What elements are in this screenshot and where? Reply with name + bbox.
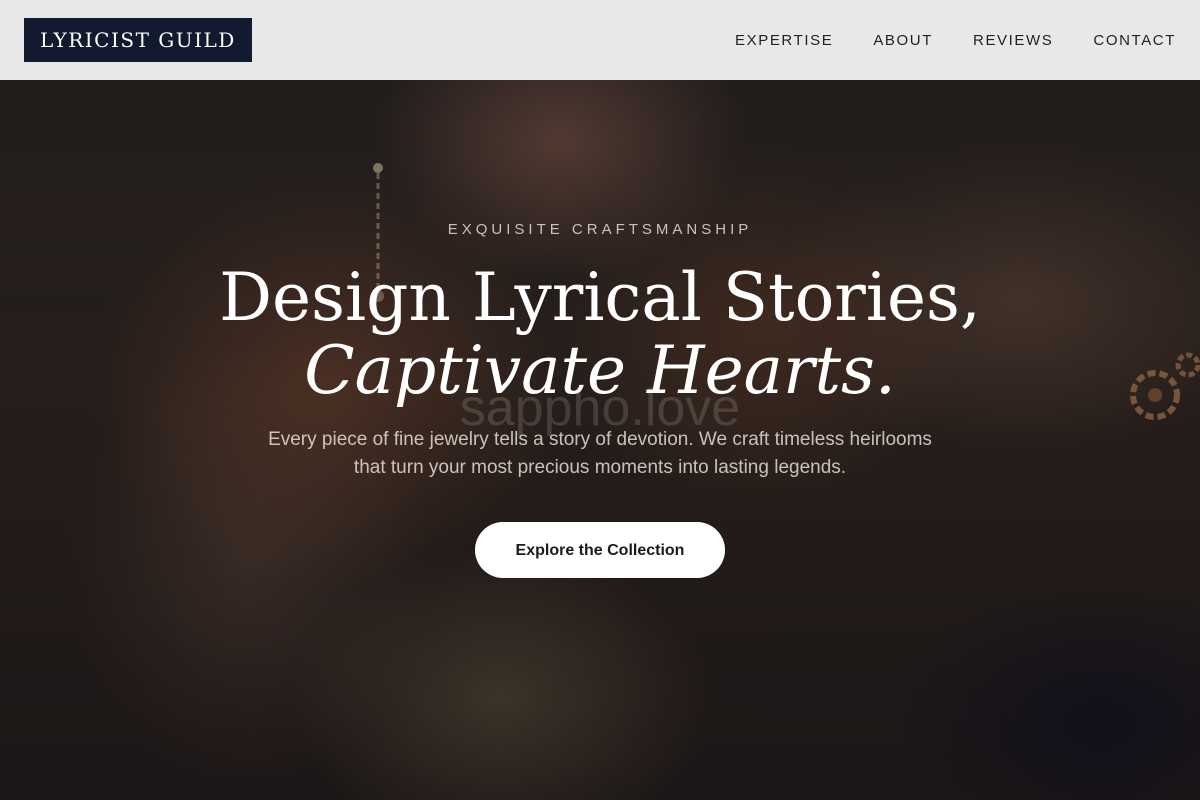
hero-content: EXQUISITE CRAFTSMANSHIP sappho.love Desi… — [0, 0, 1200, 800]
hero-eyebrow: EXQUISITE CRAFTSMANSHIP — [447, 221, 753, 238]
hero-headline-line2: Captivate Hearts. — [304, 332, 896, 409]
hero-headline-line1: Design Lyrical Stories, — [219, 259, 981, 336]
explore-collection-button[interactable]: Explore the Collection — [475, 522, 725, 578]
hero-subtext: Every piece of fine jewelry tells a stor… — [268, 429, 932, 478]
